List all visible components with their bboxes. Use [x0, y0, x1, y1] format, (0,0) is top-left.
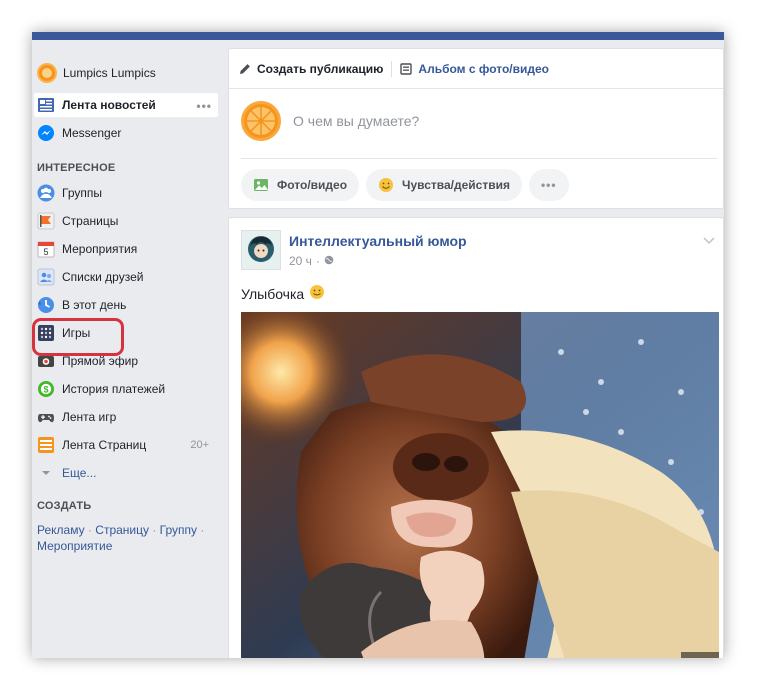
see-more-label: Еще... [62, 466, 97, 480]
left-sidebar: Lumpics Lumpics Лента новостей ••• Messe… [32, 40, 222, 658]
tab-album-label: Альбом с фото/видео [418, 61, 550, 76]
chevron-down-icon [37, 464, 55, 482]
calendar-icon: 5 [37, 240, 55, 258]
sidebar-item-label: Группы [62, 186, 102, 200]
sidebar-item-on-this-day[interactable]: В этот день [37, 293, 217, 317]
sidebar-item-label: История платежей [62, 382, 166, 396]
profile-avatar [37, 63, 57, 83]
section-title-create: СОЗДАТЬ [37, 500, 92, 512]
sidebar-item-groups[interactable]: Группы [37, 181, 217, 205]
section-title-interesting: ИНТЕРЕСНОЕ [37, 162, 116, 174]
post-meta: 20 ч · [289, 254, 334, 268]
pencil-icon [239, 63, 251, 75]
user-avatar [241, 101, 281, 141]
tab-create-post[interactable]: Создать публикацию [239, 62, 383, 76]
tab-divider [391, 60, 393, 77]
sidebar-item-label: Мероприятия [62, 242, 138, 256]
more-composer-options-button[interactable]: ••• [528, 169, 569, 201]
profile-link[interactable]: Lumpics Lumpics [37, 62, 156, 84]
composer-placeholder[interactable]: О чем вы думаете? [293, 113, 419, 129]
smiley-icon [378, 177, 394, 193]
more-options-icon[interactable]: ••• [196, 99, 212, 113]
photo-video-label: Фото/видео [277, 178, 348, 192]
smile-emoji-icon [309, 284, 325, 303]
link-separator: · [84, 523, 96, 537]
sidebar-item-news-feed[interactable]: Лента новостей ••• [34, 93, 218, 117]
pages-feed-icon [37, 436, 55, 454]
news-feed-icon [37, 96, 55, 114]
create-links: Рекламу · Страницу · Группу · Мероприяти… [37, 522, 217, 554]
sidebar-item-pages-feed[interactable]: Лента Страниц 20+ [37, 433, 217, 457]
photo-icon [253, 177, 269, 193]
app-window: Lumpics Lumpics Лента новостей ••• Messe… [32, 32, 724, 658]
link-separator: · [149, 523, 160, 537]
post-timestamp[interactable]: 20 ч [289, 254, 312, 268]
pages-flag-icon [37, 212, 55, 230]
messenger-icon [37, 124, 55, 142]
post-author-link[interactable]: Интеллектуальный юмор [289, 233, 467, 249]
sidebar-item-messenger[interactable]: Messenger [37, 121, 217, 145]
sidebar-item-label: Лента Страниц [62, 438, 147, 452]
games-highlight-box [32, 318, 124, 356]
create-event-link[interactable]: Мероприятие [37, 539, 112, 553]
page-avatar[interactable] [241, 230, 281, 270]
pages-feed-count-badge: 20+ [190, 439, 209, 451]
groups-icon [37, 184, 55, 202]
feelings-activities-button[interactable]: Чувства/действия [366, 169, 522, 201]
ellipsis-icon: ••• [540, 178, 557, 192]
sidebar-item-games-feed[interactable]: Лента игр [37, 405, 217, 429]
clock-history-icon [37, 296, 55, 314]
sidebar-item-friend-lists[interactable]: Списки друзей [37, 265, 217, 289]
payment-dollar-icon: $ [37, 380, 55, 398]
globe-icon [324, 254, 334, 268]
composer-divider [241, 158, 717, 159]
profile-name: Lumpics Lumpics [63, 66, 156, 80]
sidebar-item-payment-history[interactable]: $ История платежей [37, 377, 217, 401]
post-image-sleeping-dog[interactable] [241, 312, 719, 658]
meta-separator: · [315, 254, 320, 268]
sidebar-item-label: Лента новостей [62, 98, 156, 112]
create-group-link[interactable]: Группу [160, 523, 197, 537]
top-bar [32, 32, 724, 40]
sidebar-item-label: Messenger [62, 126, 122, 140]
gamepad-icon [37, 408, 55, 426]
sidebar-item-label: В этот день [62, 298, 127, 312]
tab-create-label: Создать публикацию [257, 61, 384, 76]
album-icon [400, 62, 413, 75]
composer-actions: Фото/видео Чувства/действия ••• [241, 169, 576, 201]
create-page-link[interactable]: Страницу [95, 523, 149, 537]
post-options-chevron-icon[interactable] [703, 232, 715, 250]
svg-text:$: $ [43, 385, 48, 395]
composer-body[interactable]: О чем вы думаете? [241, 101, 419, 141]
post-text-content: Улыбочка [241, 285, 305, 302]
sidebar-item-label: Прямой эфир [62, 354, 138, 368]
sidebar-see-more-link[interactable]: Еще... [37, 461, 217, 485]
composer-tabs: Создать публикацию Альбом с фото/видео [229, 49, 723, 89]
sidebar-item-label: Списки друзей [62, 270, 144, 284]
feelings-activities-label: Чувства/действия [402, 178, 510, 192]
feed-post: Интеллектуальный юмор 20 ч · Улыбочка [228, 217, 724, 658]
create-ad-link[interactable]: Рекламу [37, 523, 85, 537]
friend-lists-icon [37, 268, 55, 286]
tab-photo-album[interactable]: Альбом с фото/видео [400, 62, 549, 76]
post-composer: Создать публикацию Альбом с фото/видео О… [228, 48, 724, 209]
calendar-day-number: 5 [43, 247, 48, 257]
photo-video-button[interactable]: Фото/видео [241, 169, 360, 201]
sidebar-item-pages[interactable]: Страницы [37, 209, 217, 233]
sidebar-item-label: Страницы [62, 214, 119, 228]
sidebar-item-label: Лента игр [62, 410, 117, 424]
link-separator: · [197, 523, 205, 537]
sidebar-item-events[interactable]: 5 Мероприятия [37, 237, 217, 261]
post-text: Улыбочка [241, 284, 325, 303]
